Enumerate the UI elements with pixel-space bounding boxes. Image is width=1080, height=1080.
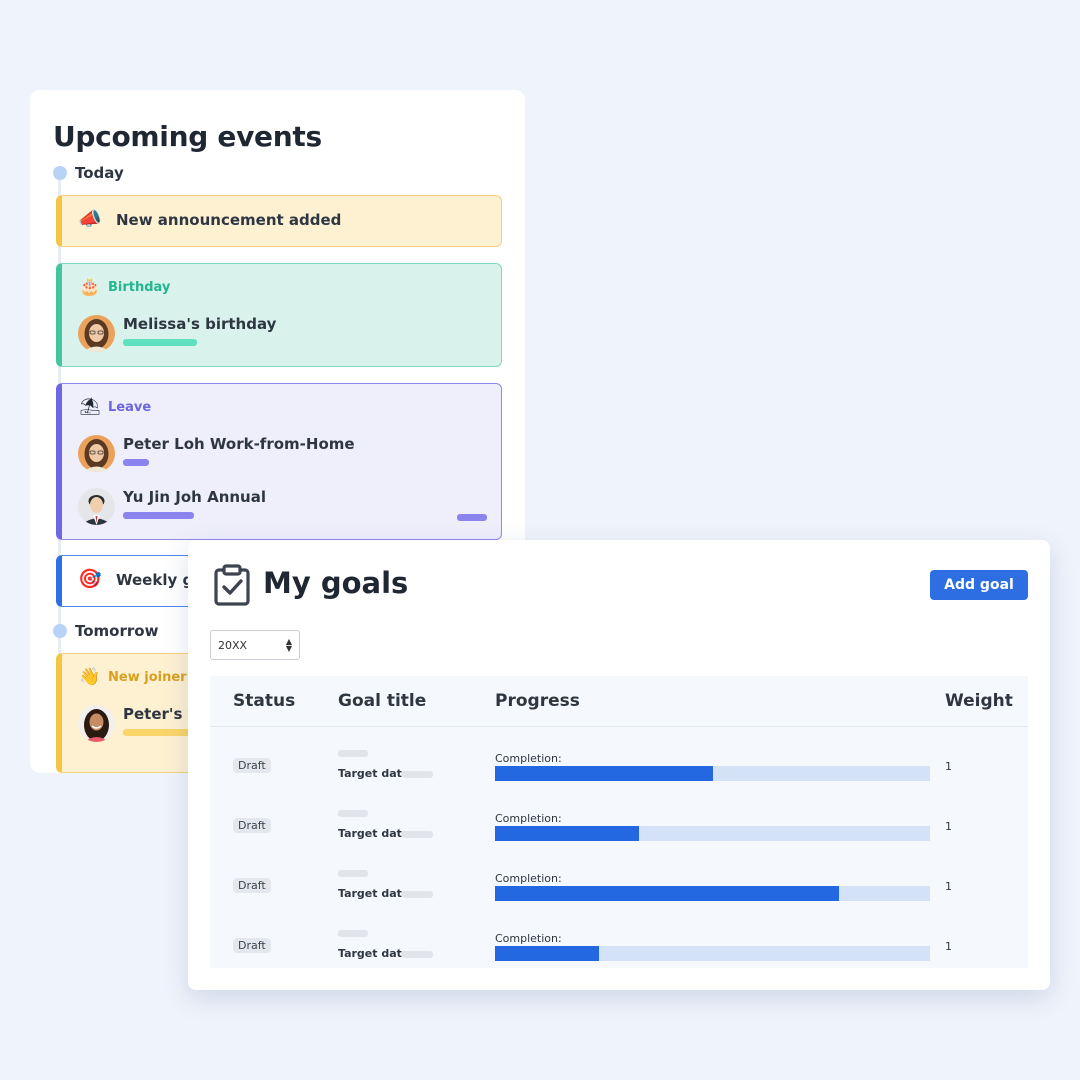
completion-label: Completion: [495,932,562,945]
status-badge: Draft [233,938,271,953]
weight-value: 1 [945,760,952,773]
goals-title: My goals [263,566,409,600]
column-header-progress[interactable]: Progress [495,691,580,711]
event-announcement[interactable]: 📣 New announcement added [56,195,502,247]
column-header-goal-title[interactable]: Goal title [338,691,426,711]
target-date-placeholder [402,771,433,778]
avatar [78,488,115,525]
progress-fill [495,946,600,961]
progress-bar [495,886,930,901]
goal-title-placeholder [338,810,368,817]
timeline-dot [53,624,67,638]
progress-bar [495,766,930,781]
goal-title-placeholder [338,870,368,877]
table-row[interactable]: Draft Target date: Completion: 1 [210,796,1028,856]
year-select-value: 20XX [218,638,248,652]
weight-value: 1 [945,820,952,833]
event-category-birthday: Birthday [108,280,171,295]
weight-value: 1 [945,940,952,953]
beach-umbrella-icon: ⛱ [79,397,101,417]
event-birthday[interactable]: 🎂 Birthday Melissa's birthday [56,263,502,367]
event-category-leave: Leave [108,400,152,415]
weight-value: 1 [945,880,952,893]
completion-label: Completion: [495,752,562,765]
table-row[interactable]: Draft Target date: Completion: 1 [210,916,1028,976]
event-category-new-joiner: New joiner [108,670,187,685]
completion-label: Completion: [495,812,562,825]
waving-hand-icon: 👋 [79,667,101,687]
placeholder-bar [123,512,194,519]
add-goal-button[interactable]: Add goal [930,570,1028,600]
megaphone-icon: 📣 [78,208,102,230]
table-row[interactable]: Draft Target date: Completion: 1 [210,856,1028,916]
progress-bar [495,826,930,841]
events-title: Upcoming events [53,120,322,153]
status-badge: Draft [233,818,271,833]
year-select[interactable]: 20XX ▲ ▼ [210,630,300,660]
completion-label: Completion: [495,872,562,885]
event-person[interactable]: Peter Loh Work-from-Home [78,435,355,472]
my-goals-card: My goals Add goal 20XX ▲ ▼ Status Goal ti… [188,540,1050,990]
target-icon: 🎯 [78,568,102,590]
target-date-placeholder [402,891,433,898]
placeholder-bar [123,339,197,346]
goals-table: Status Goal title Progress Weight Draft … [210,676,1028,968]
placeholder-bar [123,459,149,466]
avatar [78,705,115,742]
event-person[interactable]: Peter's fi [78,705,199,742]
status-badge: Draft [233,758,271,773]
event-person[interactable]: Melissa's birthday [78,315,276,352]
progress-fill [495,766,713,781]
column-header-status[interactable]: Status [233,691,295,711]
cake-icon: 🎂 [79,277,101,297]
goal-title-placeholder [338,750,368,757]
status-badge: Draft [233,878,271,893]
select-arrows-icon: ▲ ▼ [285,637,292,653]
column-header-weight[interactable]: Weight [945,691,1013,711]
table-header: Status Goal title Progress Weight [210,676,1028,727]
day-label-today: Today [53,164,124,182]
progress-fill [495,886,839,901]
person-name: Yu Jin Joh Annual [123,488,266,506]
person-name: Melissa's birthday [123,315,277,333]
avatar [78,435,115,472]
progress-fill [495,826,639,841]
placeholder-bar [457,514,487,521]
event-leave[interactable]: ⛱ Leave Peter Loh Work-from-Home Yu Jin … [56,383,502,540]
clipboard-check-icon [213,564,251,610]
target-date-placeholder [402,951,433,958]
progress-bar [495,946,930,961]
avatar [78,315,115,352]
table-row[interactable]: Draft Target date: Completion: 1 [210,736,1028,796]
target-date-placeholder [402,831,433,838]
day-label-text: Tomorrow [75,622,159,640]
placeholder-bar [123,729,197,736]
timeline-dot [53,166,67,180]
day-label-tomorrow: Tomorrow [53,622,158,640]
day-label-text: Today [75,164,124,182]
person-name: Peter Loh Work-from-Home [123,435,355,453]
goal-title-placeholder [338,930,368,937]
announcement-text: New announcement added [116,210,342,229]
event-person[interactable]: Yu Jin Joh Annual [78,488,266,525]
